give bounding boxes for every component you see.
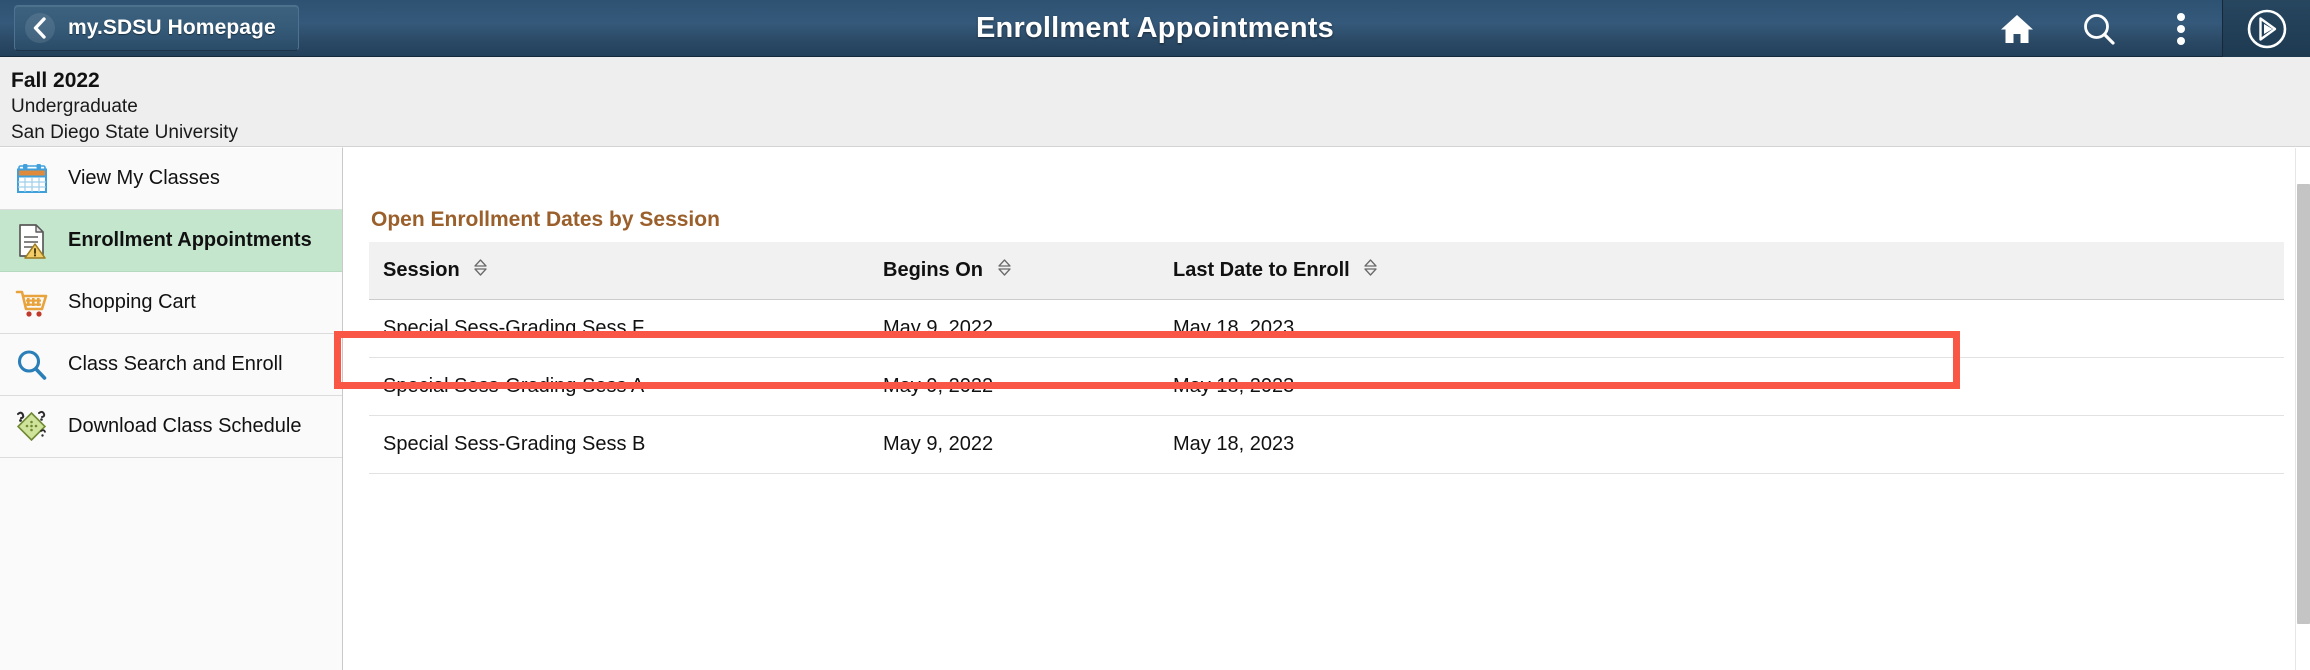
- column-header-session[interactable]: Session: [369, 242, 869, 300]
- table-header-row: Session Begins On Last Date to Enroll: [369, 242, 2284, 300]
- table-row[interactable]: Special Sess-Grading Sess B May 9, 2022 …: [369, 415, 2284, 474]
- app-header: my.SDSU Homepage Enrollment Appointments: [0, 0, 2310, 57]
- column-header-label: Session: [383, 258, 460, 281]
- sidebar-item-label: Download Class Schedule: [68, 415, 302, 437]
- back-button-label: my.SDSU Homepage: [68, 16, 276, 39]
- cell-begins-on: May 9, 2022: [869, 357, 1159, 416]
- magnifier-icon: [12, 344, 52, 386]
- main-content-panel: Open Enrollment Dates by Session Session: [343, 147, 2310, 670]
- cell-begins-on: May 9, 2022: [869, 415, 1159, 474]
- term-info-panel: Fall 2022 Undergraduate San Diego State …: [0, 57, 2310, 147]
- scrollbar-thumb[interactable]: [2297, 184, 2310, 624]
- sidebar-item-download-class-schedule[interactable]: Download Class Schedule: [0, 396, 342, 458]
- term-label: Fall 2022: [11, 69, 100, 92]
- search-icon[interactable]: [2058, 0, 2140, 57]
- open-enrollment-dates-table: Session Begins On Last Date to Enroll Sp…: [369, 242, 2284, 474]
- cell-last-date: May 18, 2023: [1159, 357, 2284, 416]
- section-title: Open Enrollment Dates by Session: [371, 208, 720, 231]
- sidebar-item-label: View My Classes: [68, 167, 220, 189]
- chevron-left-icon: [25, 13, 55, 43]
- column-header-label: Last Date to Enroll: [1173, 258, 1350, 281]
- cell-session: Special Sess-Grading Sess A: [369, 357, 869, 416]
- document-warning-icon: [12, 220, 52, 262]
- institution-label: San Diego State University: [11, 122, 239, 144]
- body-area: View My Classes Enrollment Appointments …: [0, 147, 2310, 670]
- sort-chevron-icon[interactable]: [473, 258, 488, 283]
- cell-session: Special Sess-Grading Sess F: [369, 299, 869, 358]
- table-row[interactable]: Special Sess-Grading Sess F May 9, 2022 …: [369, 299, 2284, 358]
- sidebar-item-label: Class Search and Enroll: [68, 353, 283, 375]
- column-header-label: Begins On: [883, 258, 984, 281]
- table-row[interactable]: Special Sess-Grading Sess A May 9, 2022 …: [369, 357, 2284, 416]
- sort-chevron-icon[interactable]: [1363, 258, 1378, 283]
- shopping-cart-icon: [12, 282, 52, 324]
- career-label: Undergraduate: [11, 96, 138, 118]
- cell-begins-on: May 9, 2022: [869, 299, 1159, 358]
- page-title: Enrollment Appointments: [976, 11, 1334, 44]
- sidebar-item-view-my-classes[interactable]: View My Classes: [0, 148, 342, 210]
- sidebar-item-enrollment-appointments[interactable]: Enrollment Appointments: [0, 210, 342, 272]
- calendar-icon: [12, 158, 52, 200]
- sidebar-item-label: Shopping Cart: [68, 291, 196, 313]
- sort-chevron-icon[interactable]: [997, 258, 1012, 283]
- sidebar-navigation: View My Classes Enrollment Appointments …: [0, 147, 343, 670]
- cell-session: Special Sess-Grading Sess B: [369, 415, 869, 474]
- column-header-begins-on[interactable]: Begins On: [869, 242, 1159, 300]
- cell-last-date: May 18, 2023: [1159, 415, 2284, 474]
- home-icon[interactable]: [1976, 0, 2058, 57]
- back-to-homepage-button[interactable]: my.SDSU Homepage: [14, 5, 299, 51]
- cell-last-date: May 18, 2023: [1159, 299, 2284, 358]
- green-diamond-icon: [12, 406, 52, 448]
- sidebar-item-class-search-and-enroll[interactable]: Class Search and Enroll: [0, 334, 342, 396]
- header-icon-group: [1976, 0, 2310, 57]
- more-options-icon[interactable]: [2140, 0, 2222, 57]
- navbar-compass-icon[interactable]: [2222, 0, 2310, 57]
- sidebar-item-label: Enrollment Appointments: [68, 229, 312, 251]
- sidebar-item-shopping-cart[interactable]: Shopping Cart: [0, 272, 342, 334]
- vertical-scrollbar[interactable]: [2295, 148, 2310, 670]
- column-header-last-date-to-enroll[interactable]: Last Date to Enroll: [1159, 242, 2284, 300]
